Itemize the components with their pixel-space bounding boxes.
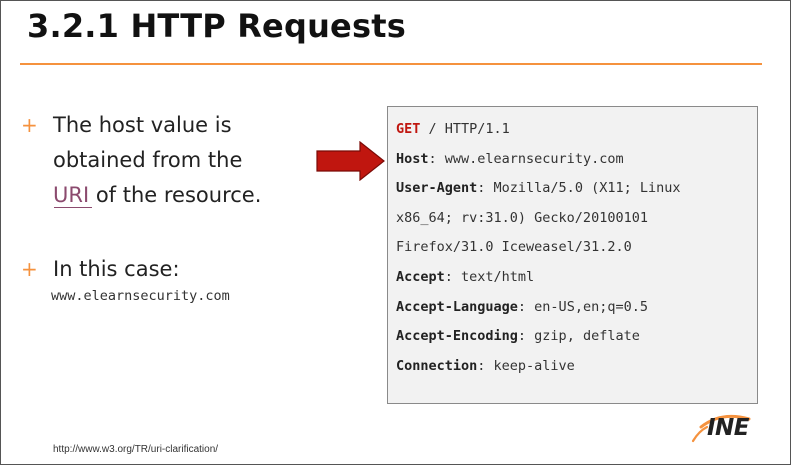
http-method: GET xyxy=(396,121,421,137)
header-name: Connection xyxy=(396,357,478,374)
header-user-agent: User-Agent: Mozilla/5.0 (X11; Linux xyxy=(396,174,757,204)
header-accept-encoding: Accept-Encoding: gzip, deflate xyxy=(396,322,757,352)
header-value: : en-US,en;q=0.5 xyxy=(517,298,648,315)
slide-title: 3.2.1 HTTP Requests xyxy=(27,7,406,45)
header-continuation: x86_64; rv:31.0) Gecko/20100101 xyxy=(396,204,757,234)
header-accept: Accept: text/html xyxy=(396,263,757,293)
bullet-line: obtained from the xyxy=(53,148,243,172)
plus-bullet-icon: + xyxy=(21,113,38,137)
header-value: : text/html xyxy=(444,268,535,285)
header-value: Firefox/31.0 Iceweasel/31.2.0 xyxy=(396,239,632,256)
header-value: : keep-alive xyxy=(477,357,575,374)
ine-logo: INE xyxy=(691,413,777,447)
header-continuation: Firefox/31.0 Iceweasel/31.2.0 xyxy=(396,233,757,263)
header-accept-language: Accept-Language: en-US,en;q=0.5 xyxy=(396,293,757,323)
header-value: : gzip, deflate xyxy=(517,328,640,345)
title-divider xyxy=(20,63,762,65)
uri-underline xyxy=(54,207,92,208)
plus-bullet-icon: + xyxy=(21,257,38,281)
header-host: Host: www.elearnsecurity.com xyxy=(396,145,757,175)
http-request-box: GET / HTTP/1.1 Host: www.elearnsecurity.… xyxy=(387,106,758,404)
right-arrow-icon xyxy=(316,141,385,181)
bullet-line: In this case: xyxy=(53,257,180,281)
header-name: Host xyxy=(396,150,429,167)
logo-text: INE xyxy=(707,415,750,441)
header-name: Accept-Encoding xyxy=(396,328,518,345)
header-name: Accept xyxy=(396,268,445,285)
slide: 3.2.1 HTTP Requests + The host value is … xyxy=(0,0,791,465)
request-line-rest: / HTTP/1.1 xyxy=(420,121,510,137)
header-name: Accept-Language xyxy=(396,298,518,315)
bullet-line: The host value is xyxy=(53,113,232,137)
header-value: : Mozilla/5.0 (X11; Linux xyxy=(477,180,681,197)
uri-link[interactable]: URI xyxy=(53,183,89,207)
header-value: : www.elearnsecurity.com xyxy=(428,150,624,167)
host-example: www.elearnsecurity.com xyxy=(51,288,230,304)
header-name: User-Agent xyxy=(396,180,478,197)
bullet-line-rest: of the resource. xyxy=(89,183,262,207)
footer-reference-link[interactable]: http://www.w3.org/TR/uri-clarification/ xyxy=(53,444,218,455)
header-value: x86_64; rv:31.0) Gecko/20100101 xyxy=(396,209,648,226)
header-connection: Connection: keep-alive xyxy=(396,352,757,382)
request-line: GET / HTTP/1.1 xyxy=(396,115,757,145)
